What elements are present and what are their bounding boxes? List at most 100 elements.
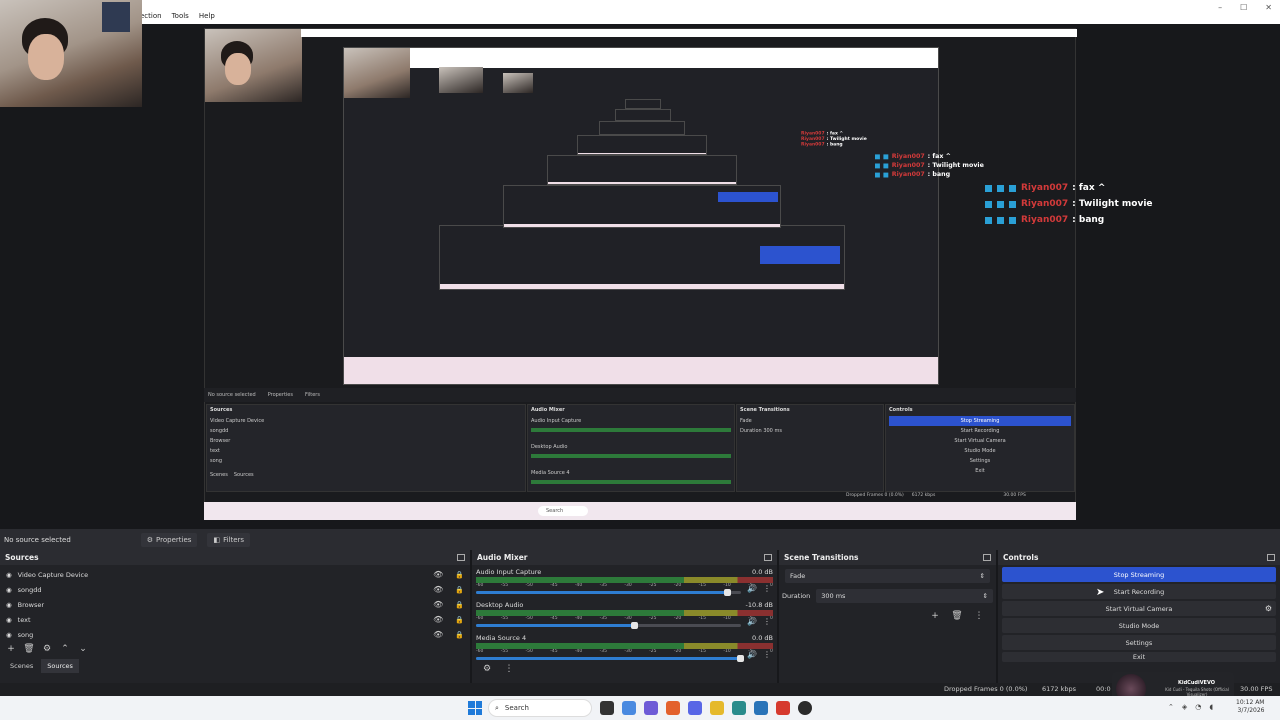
filters-button[interactable]: ◧ Filters — [207, 532, 251, 547]
nested-status: Dropped Frames 0 (0.0%) 6172 kbps 30.00 FP… — [846, 493, 1026, 498]
task-view-icon[interactable] — [600, 701, 614, 715]
obs-icon[interactable] — [798, 701, 812, 715]
exit-button[interactable]: Exit — [1002, 652, 1276, 662]
gear-icon[interactable]: ⚙ — [40, 644, 54, 654]
file-explorer-icon[interactable] — [710, 701, 724, 715]
chrome-icon[interactable] — [776, 701, 790, 715]
visibility-icon[interactable]: 👁 — [433, 615, 443, 624]
visibility-icon[interactable]: 👁 — [433, 600, 443, 609]
start-virtual-camera-button[interactable]: Start Virtual Camera ⚙ — [1002, 601, 1276, 616]
system-tray: ⌃ ◈ ◔ ◖ — [1168, 703, 1213, 711]
visibility-icon[interactable]: 👁 — [433, 630, 443, 639]
start-icon[interactable] — [468, 701, 482, 715]
more-icon[interactable]: ⋮ — [763, 617, 771, 626]
more-icon[interactable]: ⋮ — [972, 611, 986, 621]
channel-header: Media Source 4 0.0 dB — [472, 633, 777, 643]
undock-icon[interactable] — [1267, 554, 1275, 561]
add-icon[interactable]: + — [928, 611, 942, 621]
source-item[interactable]: ◉ songdd 👁 🔒 — [0, 582, 470, 597]
lock-icon[interactable]: 🔒 — [455, 631, 464, 639]
clock[interactable]: 10:12 AM 3/7/2026 — [1236, 699, 1264, 715]
source-item[interactable]: ◉ text 👁 🔒 — [0, 612, 470, 627]
media-icon: ◉ — [6, 630, 12, 639]
lock-icon[interactable]: 🔒 — [455, 601, 464, 609]
properties-button[interactable]: ⚙ Properties — [140, 532, 198, 547]
menu-item-tools[interactable]: Tools — [172, 12, 189, 20]
volume-handle[interactable] — [723, 589, 731, 596]
duration-input[interactable]: 300 ms ⇕ — [816, 589, 993, 603]
menu-item-scene-collection[interactable]: ection — [140, 12, 162, 20]
gear-icon[interactable]: ⚙ — [1265, 604, 1272, 613]
minimize-icon[interactable]: – — [1218, 3, 1222, 12]
transition-select[interactable]: Fade ⇕ — [785, 569, 990, 583]
media-icon: ◉ — [6, 585, 12, 594]
tab-scenes[interactable]: Scenes — [4, 659, 39, 673]
visibility-icon[interactable]: 👁 — [433, 585, 443, 594]
discord-icon[interactable] — [688, 701, 702, 715]
chevron-down-icon[interactable]: ⌄ — [76, 644, 90, 654]
network-icon[interactable]: ◈ — [1182, 703, 1187, 711]
nested-frame-5 — [577, 135, 707, 155]
settings-button[interactable]: Settings — [1002, 635, 1276, 650]
nested-webcam-4 — [503, 73, 533, 93]
menu-item-help[interactable]: Help — [199, 12, 215, 20]
undock-icon[interactable] — [457, 554, 465, 561]
dropped-frames: Dropped Frames 0 (0.0%) — [944, 685, 1028, 693]
visibility-icon[interactable]: 👁 — [433, 570, 443, 579]
search-icon: ⌕ — [495, 703, 499, 712]
lock-icon[interactable]: 🔒 — [455, 616, 464, 624]
app-icon[interactable] — [666, 701, 680, 715]
chevron-up-icon[interactable]: ⌃ — [1168, 703, 1174, 711]
volume-icon[interactable]: ◖ — [1209, 703, 1213, 711]
transitions-toolbar: + 🗑 ⋮ — [779, 605, 996, 621]
now-playing-title: KidCudiVEVO — [1178, 680, 1216, 686]
edge-icon[interactable] — [622, 701, 636, 715]
lock-icon[interactable]: 🔒 — [455, 586, 464, 594]
chevron-up-icon[interactable]: ⌃ — [58, 644, 72, 654]
tab-sources[interactable]: Sources — [41, 659, 79, 673]
speaker-icon[interactable]: 🔊 — [747, 650, 757, 659]
lock-icon[interactable]: 🔒 — [455, 571, 464, 579]
channel-header: Audio Input Capture 0.0 dB — [472, 567, 777, 577]
more-icon[interactable]: ⋮ — [763, 584, 771, 593]
chat-overlay-nested-2: Riyan007: fax ^ Riyan007: Twilight movie… — [801, 131, 867, 147]
speaker-icon[interactable]: 🔊 — [747, 584, 757, 593]
trash-icon[interactable]: 🗑 — [22, 644, 36, 654]
app-icon[interactable] — [732, 701, 746, 715]
more-icon[interactable]: ⋮ — [502, 664, 516, 674]
volume-handle[interactable] — [737, 655, 744, 662]
volume-slider[interactable] — [476, 655, 744, 662]
chevron-updown-icon: ⇕ — [982, 592, 988, 600]
mixer-channel: Desktop Audio -10.8 dB -60 -55 -50 -45 -40 -35-… — [472, 598, 777, 631]
maximize-icon[interactable]: ☐ — [1240, 3, 1247, 12]
undock-icon[interactable] — [983, 554, 991, 561]
nested-frame-4 — [547, 155, 737, 185]
nested-frame-7 — [615, 109, 671, 121]
gear-icon[interactable]: ⚙ — [480, 664, 494, 674]
trash-icon[interactable]: 🗑 — [950, 611, 964, 621]
studio-mode-button[interactable]: Studio Mode — [1002, 618, 1276, 633]
close-icon[interactable]: ✕ — [1265, 3, 1272, 12]
volume-slider[interactable] — [476, 622, 741, 629]
more-icon[interactable]: ⋮ — [763, 650, 771, 659]
stop-streaming-button[interactable]: Stop Streaming — [1002, 567, 1276, 582]
nested-frame-8 — [625, 99, 661, 109]
volume-slider[interactable] — [476, 589, 741, 596]
app-icon[interactable] — [644, 701, 658, 715]
taskbar-search[interactable]: ⌕ Search — [488, 699, 592, 717]
nested-frame-6 — [599, 121, 685, 135]
start-recording-button[interactable]: Start Recording — [1002, 584, 1276, 599]
volume-handle[interactable] — [631, 622, 638, 629]
add-icon[interactable]: + — [4, 644, 18, 654]
speaker-icon[interactable]: 🔊 — [747, 617, 757, 626]
menu-bar: ection Tools Help — [140, 12, 215, 20]
source-item[interactable]: ◉ Browser 👁 🔒 — [0, 597, 470, 612]
wifi-icon[interactable]: ◔ — [1195, 703, 1201, 711]
mixer-channel: Media Source 4 0.0 dB -60 -55 -50 -45 -40 -35 -3… — [472, 631, 777, 664]
volume-meter — [476, 610, 773, 616]
store-icon[interactable] — [754, 701, 768, 715]
undock-icon[interactable] — [764, 554, 772, 561]
source-item[interactable]: ◉ song 👁 🔒 — [0, 627, 470, 642]
controls-dock-header: Controls — [998, 550, 1280, 565]
source-item[interactable]: ◉ Video Capture Device 👁 🔒 — [0, 567, 470, 582]
